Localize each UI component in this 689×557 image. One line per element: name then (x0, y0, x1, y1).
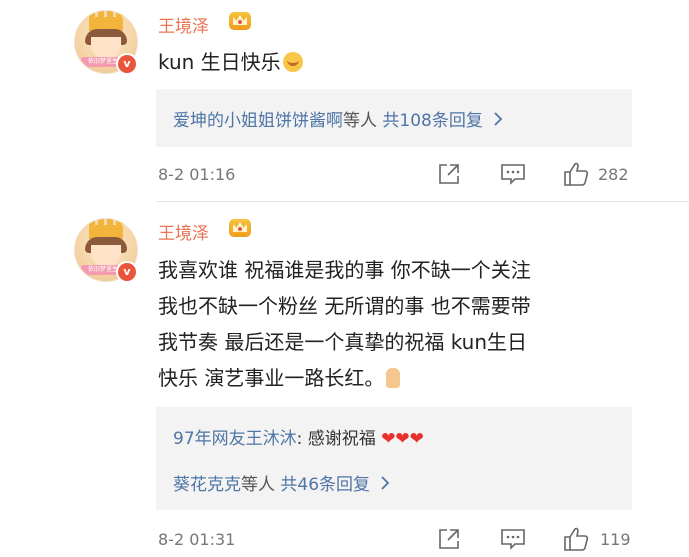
like-icon[interactable] (562, 525, 590, 557)
comment-time: 8-2 01:31 (158, 530, 236, 549)
reply-author[interactable]: 97年网友王沐沐 (173, 429, 297, 449)
username[interactable]: 王境泽 (158, 219, 209, 244)
comment-icon[interactable] (500, 527, 526, 555)
comment-text-line: 我也不缺一个粉丝 无所谓的事 也不需要带 (158, 294, 531, 318)
comment-time: 8-2 01:16 (158, 165, 236, 184)
blush-emoji-icon (282, 52, 303, 72)
reply-summary[interactable]: 葵花克克等人 共46条回复 (173, 470, 390, 495)
thumbs-up-emoji-icon (386, 368, 401, 388)
comment-icon[interactable] (500, 162, 526, 190)
reply-count-link[interactable]: 共46条回复 (280, 475, 370, 495)
heart-emoji-icon: ❤❤❤ (381, 429, 424, 449)
comment-item: 依旧梦里生日 v 王境泽 kun 生日快乐 爱坤的小姐姐饼饼酱啊等人 共108条… (0, 0, 689, 202)
like-icon[interactable] (562, 160, 590, 192)
like-count: 282 (598, 165, 629, 184)
verified-badge-icon: v (116, 53, 138, 75)
chevron-right-icon (381, 475, 390, 495)
reply-box[interactable]: 97年网友王沐沐: 感谢祝福 ❤❤❤ 葵花克克等人 共46条回复 (156, 407, 632, 510)
like-count: 119 (600, 530, 631, 549)
reply-text: : 感谢祝福 (296, 429, 376, 449)
reply-summary-names[interactable]: 爱坤的小姐姐饼饼酱啊 (173, 111, 343, 131)
verified-badge-icon: v (116, 261, 138, 283)
share-icon[interactable] (437, 527, 461, 555)
reply-item[interactable]: 97年网友王沐沐: 感谢祝福 ❤❤❤ (173, 424, 424, 449)
crown-badge-icon (229, 12, 251, 30)
share-icon[interactable] (437, 162, 461, 190)
reply-summary-names[interactable]: 葵花克克 (173, 475, 241, 495)
reply-summary-box[interactable]: 爱坤的小姐姐饼饼酱啊等人 共108条回复 (156, 89, 632, 147)
reply-summary[interactable]: 爱坤的小姐姐饼饼酱啊等人 共108条回复 (173, 106, 503, 131)
chevron-right-icon (494, 111, 503, 131)
comment-text: kun 生日快乐 (158, 44, 303, 80)
comment-text-line: 我节奏 最后还是一个真挚的祝福 kun生日 (158, 330, 528, 354)
username[interactable]: 王境泽 (158, 12, 209, 37)
comment-text-line: 快乐 演艺事业一路长红。 (158, 366, 385, 390)
comment-text-line: kun 生日快乐 (158, 50, 281, 74)
crown-badge-icon (229, 219, 251, 237)
reply-summary-suffix: 等人 (343, 111, 377, 131)
comment-text-line: 我喜欢谁 祝福谁是我的事 你不缺一个关注 (158, 258, 531, 282)
comment-text: 我喜欢谁 祝福谁是我的事 你不缺一个关注 我也不缺一个粉丝 无所谓的事 也不需要… (158, 252, 531, 396)
comment-item: 依旧梦里生日 v 王境泽 我喜欢谁 祝福谁是我的事 你不缺一个关注 我也不缺一个… (0, 202, 689, 555)
reply-summary-suffix: 等人 (241, 475, 275, 495)
reply-count-link[interactable]: 共108条回复 (382, 111, 482, 131)
